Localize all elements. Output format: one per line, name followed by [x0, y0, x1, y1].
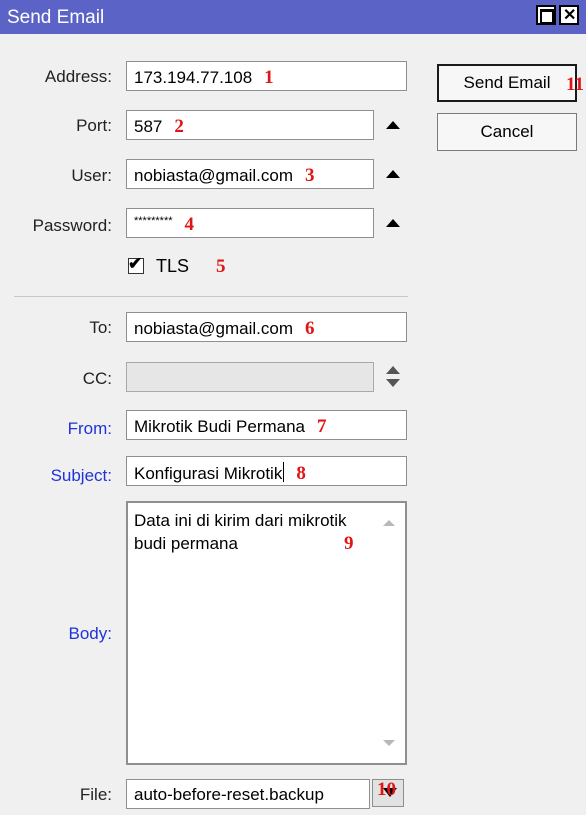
marker-8: 8: [296, 463, 306, 484]
from-value: Mikrotik Budi Permana: [134, 417, 306, 436]
marker-7: 7: [317, 416, 327, 437]
subject-label: Subject:: [50, 466, 112, 485]
file-value: auto-before-reset.backup: [134, 785, 324, 804]
address-field[interactable]: 173.194.77.108 1: [126, 61, 407, 91]
marker-11: 11: [566, 74, 584, 95]
from-label: From:: [67, 419, 112, 438]
window-title: Send Email: [7, 7, 105, 28]
port-label: Port:: [76, 116, 112, 135]
address-value: 173.194.77.108: [134, 68, 253, 87]
to-label: To:: [89, 318, 112, 337]
marker-2: 2: [174, 116, 184, 137]
marker-10: 10: [377, 779, 396, 800]
send-email-dialog: Send Email Address: 173.194.77.108 1 Port…: [0, 0, 586, 815]
cc-label: CC:: [82, 369, 112, 388]
checkmark-icon: ✔: [128, 254, 143, 273]
cc-updown-icon[interactable]: [385, 366, 401, 388]
tls-label: TLS: [156, 256, 190, 276]
title-bar[interactable]: Send Email: [0, 0, 586, 34]
address-label: Address:: [44, 67, 112, 86]
maximize-icon[interactable]: [536, 5, 556, 25]
marker-4: 4: [184, 214, 195, 235]
subject-field[interactable]: Konfigurasi Mikrotik 8: [126, 456, 407, 486]
user-toggle-icon[interactable]: [386, 170, 400, 178]
password-field[interactable]: ********* 4: [126, 208, 374, 238]
marker-3: 3: [305, 165, 315, 186]
password-toggle-icon[interactable]: [386, 219, 400, 227]
password-label: Password:: [32, 216, 112, 235]
body-textarea[interactable]: Data ini di kirim dari mikrotik budi per…: [126, 501, 407, 765]
body-value: Data ini di kirim dari mikrotik budi per…: [134, 511, 347, 553]
to-value: nobiasta@gmail.com: [134, 319, 293, 338]
text-cursor: [283, 462, 285, 482]
file-label: File:: [79, 785, 112, 804]
close-icon[interactable]: [559, 5, 579, 25]
user-value: nobiasta@gmail.com: [134, 166, 293, 185]
tls-checkbox[interactable]: ✔: [128, 254, 144, 274]
marker-5: 5: [216, 256, 226, 277]
send-email-button[interactable]: Send Email: [437, 64, 577, 102]
port-field[interactable]: 587 2: [126, 110, 374, 140]
user-field[interactable]: nobiasta@gmail.com 3: [126, 159, 374, 189]
section-divider: [14, 296, 408, 297]
marker-9: 9: [344, 533, 354, 554]
to-field[interactable]: nobiasta@gmail.com 6: [126, 312, 407, 342]
password-value: *********: [134, 215, 173, 227]
user-label: User:: [71, 166, 112, 185]
subject-value: Konfigurasi Mikrotik: [134, 464, 283, 483]
file-field[interactable]: auto-before-reset.backup: [126, 779, 370, 809]
marker-1: 1: [264, 67, 274, 88]
marker-6: 6: [305, 318, 315, 339]
port-value: 587: [134, 117, 163, 136]
body-label: Body:: [68, 624, 112, 643]
from-field[interactable]: Mikrotik Budi Permana 7: [126, 410, 407, 440]
cancel-button[interactable]: Cancel: [437, 113, 577, 151]
scroll-up-icon[interactable]: [383, 520, 395, 526]
scroll-down-icon[interactable]: [383, 740, 395, 746]
cc-field[interactable]: [126, 362, 374, 392]
port-toggle-icon[interactable]: [386, 121, 400, 129]
